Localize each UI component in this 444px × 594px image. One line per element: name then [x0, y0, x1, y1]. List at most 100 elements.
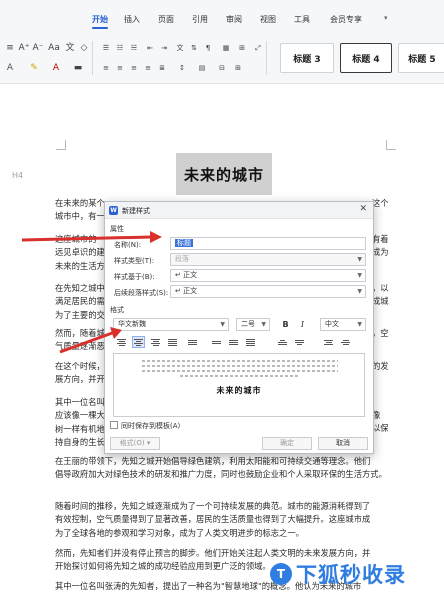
following-style-select[interactable]: ↵ 正文 ▼ [170, 285, 366, 298]
distributed-icon[interactable] [186, 336, 199, 348]
paragraph-shading-icon[interactable]: ▤ [196, 62, 208, 74]
distributed-icon[interactable]: ≣ [156, 62, 168, 74]
single-spacing-icon[interactable] [210, 336, 223, 348]
increase-indent-icon[interactable] [339, 336, 352, 348]
tab-references[interactable]: 引用 [192, 14, 208, 25]
paragraph[interactable]: 在王丽的带领下，先知之城开始倡导绿色建筑，利用太阳能和可持续交通等理念。他们 倡… [55, 455, 395, 482]
close-icon[interactable]: ✕ [359, 204, 367, 214]
format-section-label: 格式 [110, 306, 124, 314]
clear-format-icon[interactable]: ◇ [78, 42, 90, 54]
text-fragment: 以保 [372, 423, 389, 433]
save-to-template-label: 同时保存到模板(A) [121, 422, 181, 430]
show-marks-icon[interactable]: ¶ [202, 42, 214, 54]
text-effect-icon[interactable]: A [4, 62, 16, 74]
tabs-more-icon[interactable]: ▾ [384, 14, 388, 22]
text-fragment: 有着 [372, 234, 389, 244]
text-fragment: ，以 [372, 283, 389, 293]
divider [266, 41, 267, 75]
align-left-icon[interactable]: ≡ [100, 62, 112, 74]
bold-button[interactable]: B [279, 318, 292, 331]
style-type-label: 样式类型(T): [114, 257, 155, 265]
expand-icon[interactable]: ⤢ [252, 42, 264, 54]
align-center-icon[interactable] [132, 336, 145, 348]
border-icon[interactable]: ⊞ [236, 42, 248, 54]
chevron-down-icon: ▼ [357, 256, 362, 263]
name-label: 名称(N): [114, 241, 142, 249]
margin-corner-top-right [386, 140, 396, 150]
preview-title: 未来的城市 [216, 385, 262, 395]
font-grow-icon[interactable]: A⁺ [18, 42, 30, 54]
align-right-icon[interactable]: ≡ [128, 62, 140, 74]
name-input[interactable]: 标题 [170, 237, 366, 250]
paragraph[interactable]: 随着时间的推移，先知之城逐渐成为了一个可持续发展的典范。城市的能源消耗得到了 有… [55, 500, 395, 540]
space-after-icon[interactable] [293, 336, 306, 348]
cancel-button[interactable]: 取消 [318, 437, 368, 450]
tab-view[interactable]: 视图 [260, 14, 276, 25]
justify-icon[interactable] [166, 336, 179, 348]
divider [92, 41, 93, 75]
justify-icon[interactable]: ≡ [142, 62, 154, 74]
phonetic-icon[interactable]: 文 [64, 42, 76, 54]
double-spacing-icon[interactable] [244, 336, 257, 348]
tab-tools[interactable]: 工具 [294, 14, 310, 25]
align-left-icon[interactable] [115, 336, 128, 348]
dialog-titlebar[interactable]: W 新建样式 ✕ [105, 202, 373, 219]
paragraph-icon[interactable]: ≡ [4, 42, 16, 54]
chevron-down-icon: ▼ [357, 321, 362, 328]
chevron-down-icon: ▼ [220, 321, 225, 328]
chinese-layout-icon[interactable]: 文 [174, 42, 186, 54]
style-heading-5[interactable]: 标题 5 [398, 43, 444, 73]
shading-icon[interactable]: ▬ [72, 62, 84, 74]
italic-button[interactable]: I [296, 318, 309, 331]
font-name-select[interactable]: 华文新魏 ▼ [113, 318, 229, 331]
tab-page[interactable]: 页面 [158, 14, 174, 25]
highlight-icon[interactable]: ✎ [28, 62, 40, 74]
chevron-down-icon: ▼ [357, 272, 362, 279]
one-half-spacing-icon[interactable] [227, 336, 240, 348]
ribbon-tabs: 开始 插入 页面 引用 审阅 视图 工具 会员专享 [0, 14, 444, 32]
tab-insert[interactable]: 插入 [124, 14, 140, 25]
chevron-down-icon: ▼ [261, 321, 266, 328]
format-button[interactable]: 格式(O) ▾ [110, 437, 160, 450]
preview-line [180, 375, 300, 377]
font-size-select[interactable]: 二号 ▼ [236, 318, 270, 331]
watermark-logo-icon: T [270, 563, 292, 585]
margin-corner-top-left [56, 140, 66, 150]
chevron-down-icon: ▼ [357, 288, 362, 295]
decrease-indent-icon[interactable]: ⇤ [144, 42, 156, 54]
line-spacing-icon[interactable]: ↕ [176, 62, 188, 74]
tab-member[interactable]: 会员专享 [330, 14, 362, 25]
bullets-icon[interactable]: ☰ [100, 42, 112, 54]
save-to-template-checkbox[interactable] [110, 421, 118, 429]
tab-stops-icon[interactable]: ⊟ [216, 62, 228, 74]
numbering-icon[interactable]: ☷ [114, 42, 126, 54]
based-on-select[interactable]: ↵ 正文 ▼ [170, 269, 366, 282]
ok-button[interactable]: 确定 [262, 437, 312, 450]
font-shrink-icon[interactable]: A⁻ [32, 42, 44, 54]
sort-icon[interactable]: ⇅ [188, 42, 200, 54]
text-fragment: 成城 [372, 296, 389, 306]
borders-icon[interactable]: ⊞ [232, 62, 244, 74]
properties-section-label: 属性 [110, 225, 124, 233]
app-logo-icon: W [109, 206, 118, 215]
style-heading-3[interactable]: 标题 3 [280, 43, 334, 73]
tab-home[interactable]: 开始 [92, 14, 108, 29]
preview-line [142, 370, 338, 372]
text-fragment: 像 [372, 410, 381, 420]
align-center-icon[interactable]: ≡ [114, 62, 126, 74]
font-color-icon[interactable]: A [50, 62, 62, 74]
style-type-select: 段落 ▼ [170, 253, 366, 266]
align-right-icon[interactable] [149, 336, 162, 348]
space-before-icon[interactable] [276, 336, 289, 348]
decrease-indent-icon[interactable] [322, 336, 335, 348]
table-icon[interactable]: ▦ [220, 42, 232, 54]
increase-indent-icon[interactable]: ⇥ [158, 42, 170, 54]
style-preview: 未来的城市 [113, 353, 365, 417]
tab-review[interactable]: 审阅 [226, 14, 242, 25]
document-title[interactable]: 未来的城市 [176, 153, 272, 195]
language-select[interactable]: 中文 ▼ [320, 318, 366, 331]
multilevel-list-icon[interactable]: ☵ [128, 42, 140, 54]
style-heading-4[interactable]: 标题 4 [340, 43, 392, 73]
change-case-icon[interactable]: Aa [48, 42, 60, 54]
following-style-label: 后续段落样式(S): [114, 289, 169, 297]
